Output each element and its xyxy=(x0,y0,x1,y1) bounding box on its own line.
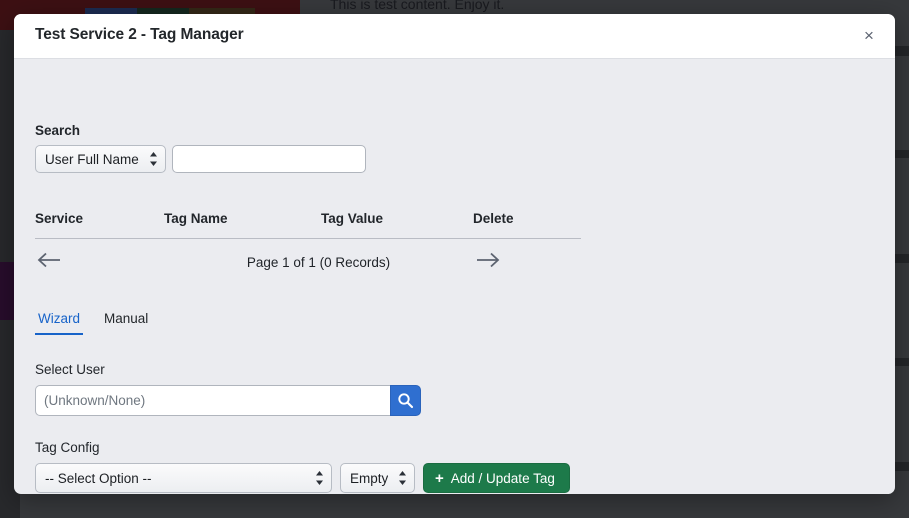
column-header-service: Service xyxy=(35,211,164,239)
tag-table-head: Service Tag Name Tag Value Delete xyxy=(35,211,581,239)
tag-value-select[interactable]: Empty xyxy=(340,463,415,493)
pagination-next-cell xyxy=(473,239,581,275)
add-update-tag-label: Add / Update Tag xyxy=(450,470,555,486)
column-header-tag-name: Tag Name xyxy=(164,211,321,239)
mode-tabs: Wizard Manual xyxy=(35,308,151,335)
column-header-delete: Delete xyxy=(473,211,581,239)
tag-config-label: Tag Config xyxy=(35,440,100,455)
search-row: User Full Name xyxy=(35,145,366,173)
arrow-right-icon xyxy=(477,252,500,268)
tag-table-body: Page 1 of 1 (0 Records) xyxy=(35,239,581,275)
select-user-label: Select User xyxy=(35,362,105,377)
modal-header: Test Service 2 - Tag Manager × xyxy=(14,14,895,59)
add-update-tag-button[interactable]: + Add / Update Tag xyxy=(423,463,570,493)
tag-manager-modal: Test Service 2 - Tag Manager × Search Us… xyxy=(14,14,895,494)
select-user-row xyxy=(35,385,421,416)
plus-icon: + xyxy=(435,469,444,487)
tag-config-section: Tag Config -- Select Option -- Empty + A… xyxy=(35,440,570,493)
modal-body: Search User Full Name Service Tag Name T… xyxy=(14,59,895,494)
search-field-select[interactable]: User Full Name xyxy=(35,145,166,173)
tag-value-select-wrap: Empty xyxy=(340,463,415,493)
table-header-row: Service Tag Name Tag Value Delete xyxy=(35,211,581,239)
tag-table: Service Tag Name Tag Value Delete Page 1… xyxy=(35,211,581,274)
pagination-next-button[interactable] xyxy=(475,252,501,268)
pagination-prev-button[interactable] xyxy=(36,252,62,268)
magnifier-icon xyxy=(398,393,414,409)
tag-config-select-wrap: -- Select Option -- xyxy=(35,463,332,493)
page-title: Test Service 2 - Tag Manager xyxy=(35,26,244,43)
pagination-prev-cell xyxy=(35,239,164,275)
tag-config-select[interactable]: -- Select Option -- xyxy=(35,463,332,493)
select-user-section: Select User xyxy=(35,362,421,416)
pagination-row: Page 1 of 1 (0 Records) xyxy=(35,239,581,275)
search-field-select-wrap: User Full Name xyxy=(35,145,166,173)
tab-manual[interactable]: Manual xyxy=(101,308,151,335)
column-header-tag-value: Tag Value xyxy=(321,211,473,239)
pagination-summary-cell: Page 1 of 1 (0 Records) xyxy=(164,239,473,275)
close-icon[interactable]: × xyxy=(857,24,881,48)
tab-wizard[interactable]: Wizard xyxy=(35,308,84,335)
pagination-summary: Page 1 of 1 (0 Records) xyxy=(246,255,391,270)
tag-config-row: -- Select Option -- Empty + Add / Update… xyxy=(35,463,570,493)
search-section: Search User Full Name xyxy=(35,123,366,173)
user-search-button[interactable] xyxy=(390,385,421,416)
search-label: Search xyxy=(35,123,81,138)
select-user-input[interactable] xyxy=(35,385,390,416)
arrow-left-icon xyxy=(37,252,60,268)
search-input[interactable] xyxy=(172,145,366,173)
